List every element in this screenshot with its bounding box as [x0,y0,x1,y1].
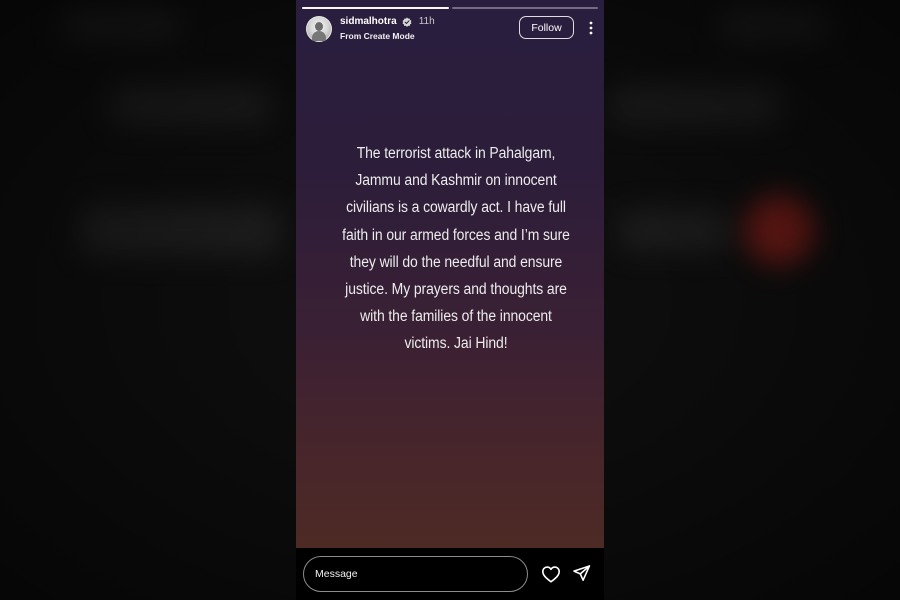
user-line: sidmalhotra 11h [340,16,435,28]
story-progress [302,7,598,9]
heart-icon[interactable] [541,565,561,583]
send-icon[interactable] [572,564,591,583]
message-input[interactable]: Message [303,556,528,592]
progress-segment [451,7,598,9]
username[interactable]: sidmalhotra [340,16,397,28]
viewer-stage: sidmalhotra 11h From Create Mode Follow … [0,0,900,600]
message-placeholder: Message [315,568,358,580]
story-header: sidmalhotra 11h From Create Mode Follow [306,16,596,44]
story-message-text: The terrorist attack in Pahalgam, Jammu … [342,145,570,353]
time-ago: 11h [418,16,435,27]
story-card[interactable]: sidmalhotra 11h From Create Mode Follow … [296,0,604,548]
follow-button[interactable]: Follow [519,16,574,39]
reply-bar: Message [296,548,604,600]
profile-avatar[interactable] [306,16,332,42]
progress-segment [302,7,449,9]
verified-badge-icon [402,17,412,27]
more-options-icon[interactable] [586,20,596,36]
story-subtitle: From Create Mode [340,31,415,41]
